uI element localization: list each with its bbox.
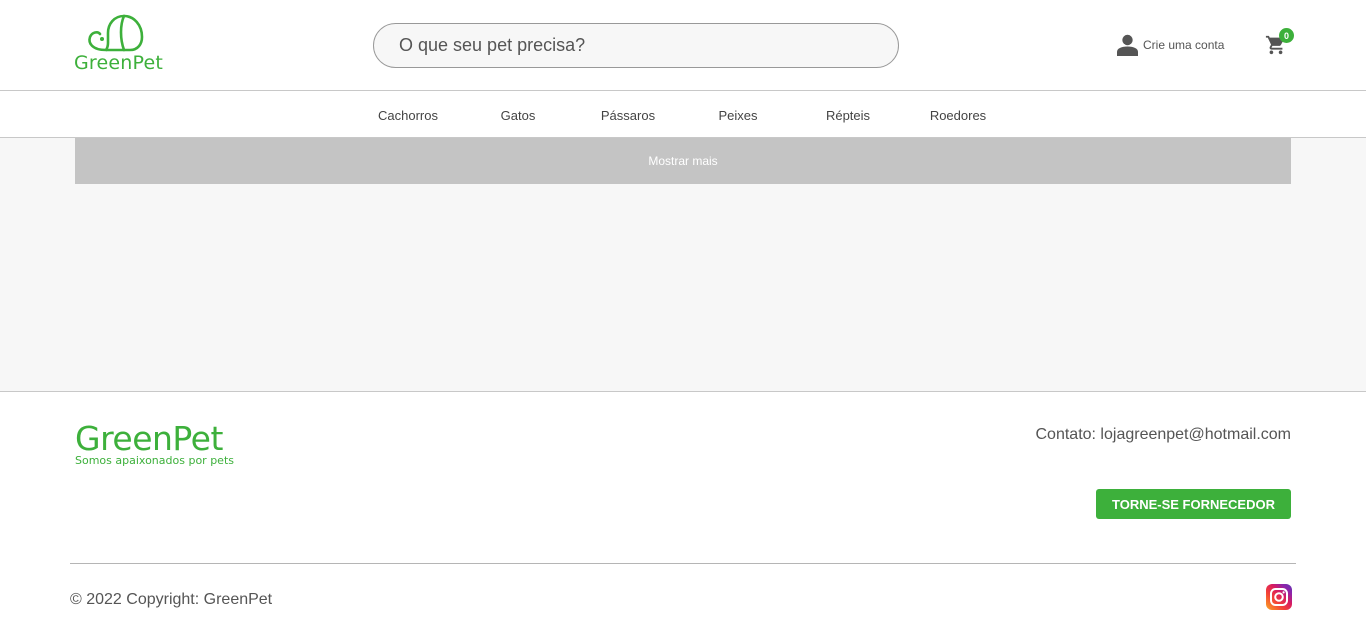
footer-divider [70,563,1296,564]
instagram-icon[interactable] [1266,584,1292,610]
dog-face-icon [88,14,144,52]
category-gatos[interactable]: Gatos [473,108,563,123]
copyright-text: © 2022 Copyright: GreenPet [70,591,273,608]
account-label: Crie uma conta [1143,38,1225,52]
category-nav: Cachorros Gatos Pássaros Peixes Répteis … [0,92,1366,138]
logo-text: GreenPet [74,52,164,74]
category-cachorros[interactable]: Cachorros [363,108,453,123]
footer-brand-tagline: Somos apaixonados por pets [75,454,234,467]
create-account-link[interactable]: Crie uma conta [1117,34,1224,56]
footer-brand: GreenPet Somos apaixonados por pets [75,419,234,468]
category-repteis[interactable]: Répteis [803,108,893,123]
search-input[interactable] [373,23,899,68]
show-more-button[interactable]: Mostrar mais [75,138,1291,184]
become-supplier-button[interactable]: TORNE-SE FORNECEDOR [1096,489,1291,519]
contact-info: Contato: lojagreenpet@hotmail.com [1035,426,1292,443]
greenpet-logo[interactable]: GreenPet [74,13,163,74]
site-header: GreenPet Crie uma conta 0 [0,0,1366,91]
user-icon [1117,34,1138,56]
main-content: Mostrar mais [0,138,1366,392]
site-footer: GreenPet Somos apaixonados por pets Cont… [0,393,1366,633]
footer-brand-name: GreenPet [75,419,223,458]
category-passaros[interactable]: Pássaros [583,108,673,123]
cart-count-badge: 0 [1279,28,1294,43]
category-roedores[interactable]: Roedores [913,108,1003,123]
instagram-glyph-icon [1270,588,1288,606]
category-peixes[interactable]: Peixes [693,108,783,123]
